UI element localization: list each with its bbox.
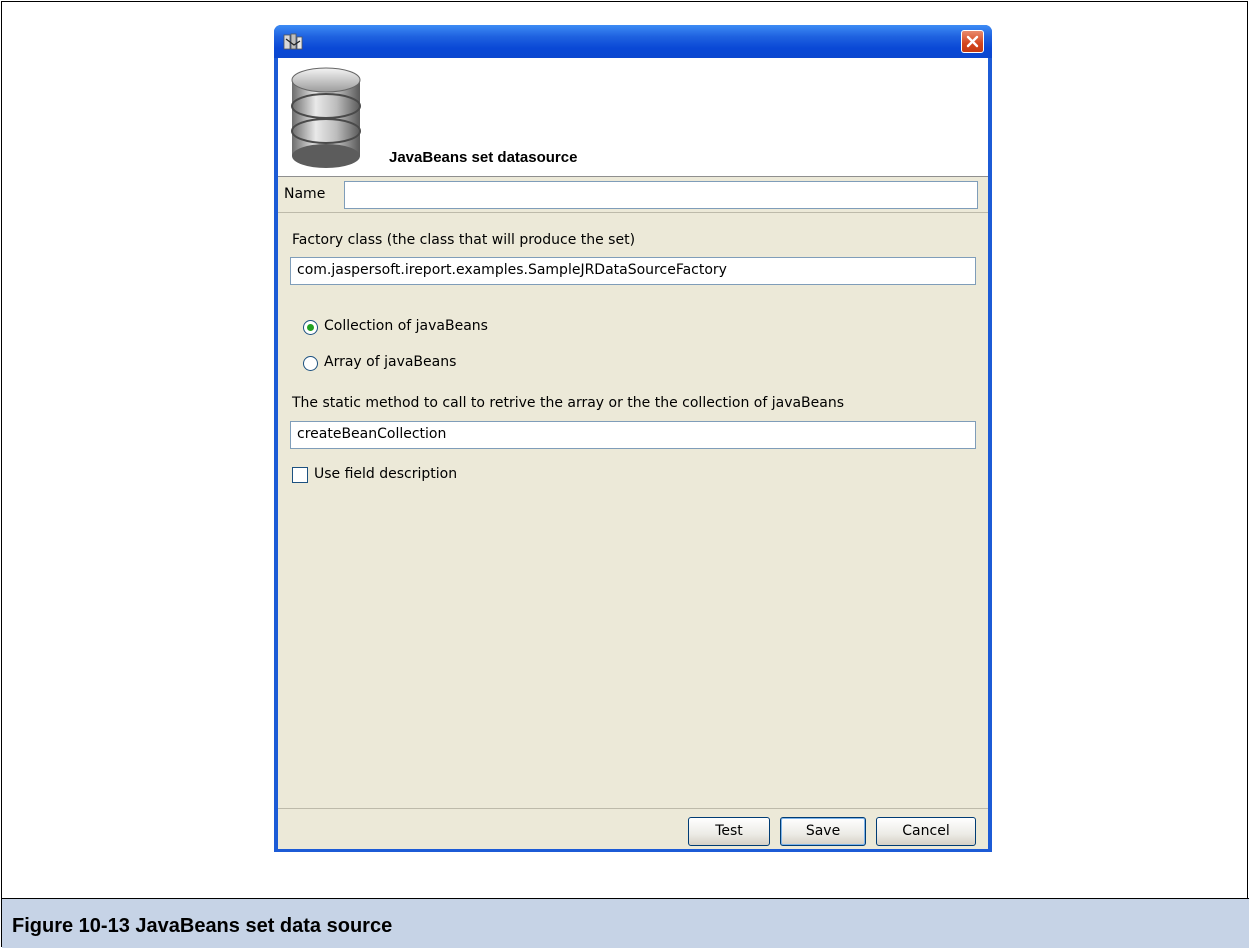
name-row: Name	[278, 177, 988, 213]
dialog-header: JavaBeans set datasource	[278, 58, 988, 177]
figure-caption: Figure 10-13 JavaBeans set data source	[2, 898, 1249, 948]
factory-class-label: Factory class (the class that will produ…	[292, 232, 636, 248]
factory-class-input[interactable]: com.jaspersoft.ireport.examples.SampleJR…	[290, 257, 976, 285]
use-field-description-label[interactable]: Use field description	[314, 466, 457, 482]
dialog-client-area: JavaBeans set datasource Name Factory cl…	[278, 58, 988, 849]
cancel-button[interactable]: Cancel	[876, 817, 976, 846]
title-bar[interactable]	[274, 25, 992, 58]
radio-selected-dot	[307, 324, 314, 331]
array-radio[interactable]	[303, 356, 318, 371]
test-button[interactable]: Test	[688, 817, 770, 846]
use-field-description-checkbox[interactable]	[292, 467, 308, 483]
close-icon	[966, 35, 979, 48]
collection-radio-label[interactable]: Collection of javaBeans	[324, 318, 488, 334]
figure-frame: JavaBeans set datasource Name Factory cl…	[1, 1, 1249, 948]
collection-radio[interactable]	[303, 320, 318, 335]
name-label: Name	[284, 186, 326, 202]
close-button[interactable]	[961, 30, 984, 53]
database-icon	[291, 67, 361, 168]
save-button[interactable]: Save	[780, 817, 866, 846]
static-method-input[interactable]: createBeanCollection	[290, 421, 976, 449]
datasource-dialog: JavaBeans set datasource Name Factory cl…	[274, 25, 992, 852]
array-radio-label[interactable]: Array of javaBeans	[324, 354, 456, 370]
app-icon	[283, 33, 303, 50]
static-method-label: The static method to call to retrive the…	[292, 395, 845, 411]
dialog-header-title: JavaBeans set datasource	[389, 149, 578, 166]
name-input[interactable]	[344, 181, 978, 209]
button-bar: Test Save Cancel	[278, 808, 988, 849]
